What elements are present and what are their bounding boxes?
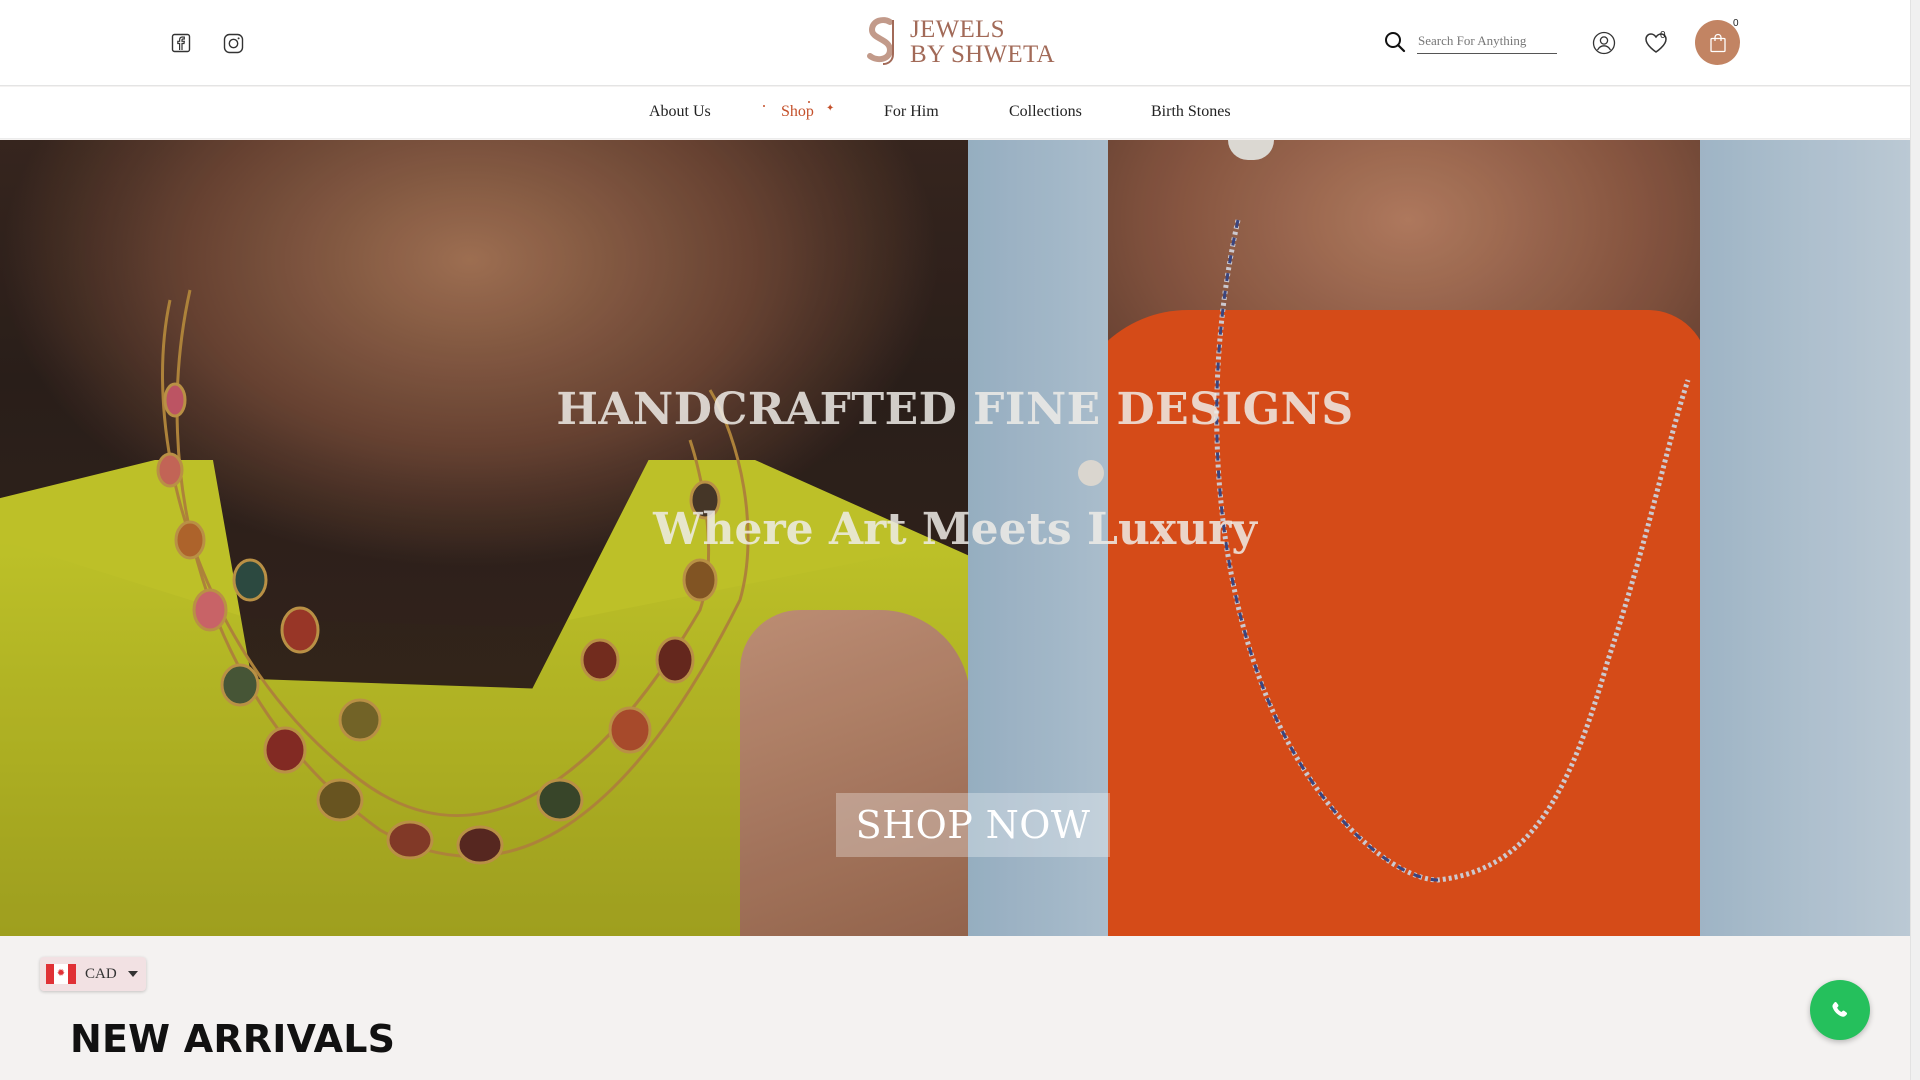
shop-now-button[interactable]: SHOP NOW bbox=[836, 793, 1110, 857]
chevron-down-icon bbox=[127, 971, 138, 977]
whatsapp-chat-button[interactable] bbox=[1810, 980, 1870, 1040]
canada-flag-icon: ✹ bbox=[46, 964, 76, 984]
search-icon[interactable] bbox=[1383, 30, 1407, 54]
logo-line2: BY SHWETA bbox=[910, 41, 1055, 68]
section-title: NEW ARRIVALS bbox=[70, 1017, 396, 1061]
hero-title: HANDCRAFTED FINE DESIGNS bbox=[556, 384, 1354, 435]
hero-banner: HANDCRAFTED FINE DESIGNS Where Art Meets… bbox=[0, 140, 1910, 936]
site-header: JEWELS BY SHWETA 0 0 bbox=[0, 0, 1910, 86]
nav-indicator-dot bbox=[808, 101, 810, 103]
logo-text: JEWELS BY SHWETA bbox=[910, 17, 1055, 67]
currency-selector[interactable]: ✹ CAD bbox=[40, 957, 146, 991]
nav-indicator-dot bbox=[763, 105, 765, 107]
account-icon[interactable] bbox=[1591, 30, 1617, 56]
wishlist-count: 0 bbox=[1660, 30, 1666, 41]
nav-item-shop[interactable]: Shop bbox=[781, 103, 814, 121]
shop-dropdown-icon[interactable]: ✦ bbox=[826, 103, 834, 114]
hero-subtitle: Where Art Meets Luxury bbox=[653, 504, 1257, 555]
logo-monogram-icon bbox=[867, 17, 894, 65]
nav-item-collections[interactable]: Collections bbox=[1009, 103, 1082, 121]
page-scrollbar[interactable] bbox=[1910, 0, 1920, 1080]
whatsapp-icon bbox=[1832, 1002, 1848, 1017]
nav-item-birth-stones[interactable]: Birth Stones bbox=[1151, 103, 1231, 121]
logo-line1: JEWELS bbox=[910, 16, 1005, 43]
instagram-icon[interactable] bbox=[221, 31, 245, 55]
nav-item-for-him[interactable]: For Him bbox=[884, 103, 939, 121]
brand-logo[interactable]: JEWELS BY SHWETA bbox=[866, 14, 1055, 70]
search-bar bbox=[1383, 30, 1557, 54]
nav-item-about-us[interactable]: About Us bbox=[649, 103, 711, 121]
cart-count: 0 bbox=[1733, 18, 1739, 29]
shopping-bag-icon bbox=[1709, 33, 1726, 52]
page: JEWELS BY SHWETA 0 0 About Us Shop For H… bbox=[0, 0, 1910, 1080]
search-input[interactable] bbox=[1417, 31, 1557, 54]
currency-label: CAD bbox=[85, 965, 117, 982]
facebook-icon[interactable] bbox=[169, 31, 193, 55]
main-navigation: About Us Shop For Him Collections Birth … bbox=[0, 87, 1910, 139]
